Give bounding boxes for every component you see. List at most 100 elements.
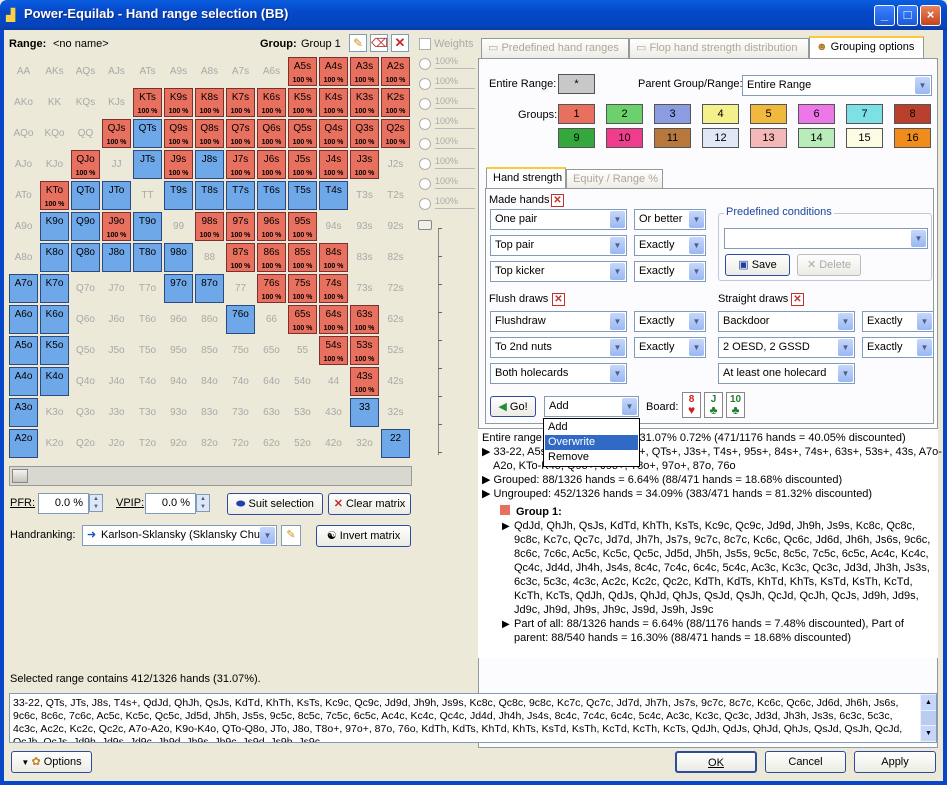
hand-cell[interactable]: 96o bbox=[164, 305, 193, 334]
dropdown-arrow-icon[interactable]: ▼ bbox=[260, 527, 275, 544]
hand-cell[interactable]: K5o bbox=[40, 336, 69, 365]
suit-selection-button[interactable]: ⬬ Suit selection bbox=[227, 493, 323, 515]
hand-cell[interactable]: Q2o bbox=[71, 429, 100, 458]
hand-cell[interactable]: J8s bbox=[195, 150, 224, 179]
hand-cell[interactable]: AKo bbox=[9, 88, 38, 117]
title-bar[interactable]: ▟ Power-Equilab - Hand range selection (… bbox=[0, 0, 947, 30]
hand-cell[interactable]: 87s 100 % bbox=[226, 243, 255, 272]
tab-predefined-hand-ranges[interactable]: ▭ Predefined hand ranges bbox=[481, 38, 629, 59]
hand-cell[interactable]: Q9o bbox=[71, 212, 100, 241]
hand-cell[interactable]: 94s bbox=[319, 212, 348, 241]
weight-option[interactable]: 100% bbox=[419, 116, 475, 132]
selection-scrollbar[interactable]: ▲ ▼ bbox=[920, 694, 936, 742]
scroll-down-icon[interactable]: ▼ bbox=[921, 726, 936, 741]
hand-cell[interactable]: TT bbox=[133, 181, 162, 210]
hand-cell[interactable]: QQ bbox=[71, 119, 100, 148]
hand-cell[interactable]: ATs bbox=[133, 57, 162, 86]
hand-cell[interactable]: 84o bbox=[195, 367, 224, 396]
hand-cell[interactable]: 76o bbox=[226, 305, 255, 334]
group-button[interactable]: 5 bbox=[750, 104, 787, 124]
dropdown-arrow-icon[interactable]: ▼ bbox=[610, 263, 625, 280]
weight-radio[interactable] bbox=[419, 198, 431, 210]
dropdown-arrow-icon[interactable]: ▼ bbox=[622, 398, 637, 415]
pfr-spinner[interactable]: ▲ ▼ bbox=[89, 494, 103, 512]
hand-cell[interactable]: 74s 100 % bbox=[319, 274, 348, 303]
hand-cell[interactable]: T8s bbox=[195, 181, 224, 210]
hand-cell[interactable]: T2o bbox=[133, 429, 162, 458]
hand-cell[interactable]: J7s 100 % bbox=[226, 150, 255, 179]
hand-cell[interactable]: 66 bbox=[257, 305, 286, 334]
hand-cell[interactable]: J8o bbox=[102, 243, 131, 272]
made-hand-select[interactable]: Top pair ▼ bbox=[490, 235, 627, 256]
clear-flush-draws-icon[interactable]: ✕ bbox=[552, 293, 565, 306]
hand-cell[interactable]: J7o bbox=[102, 274, 131, 303]
hand-cell[interactable]: 93o bbox=[164, 398, 193, 427]
group-button[interactable]: 14 bbox=[798, 128, 835, 148]
hand-cell[interactable]: A3s 100 % bbox=[350, 57, 379, 86]
hand-cell[interactable]: 52s bbox=[381, 336, 410, 365]
hand-cell[interactable]: Q5o bbox=[71, 336, 100, 365]
hand-cell[interactable]: A8o bbox=[9, 243, 38, 272]
group-button[interactable]: 7 bbox=[846, 104, 883, 124]
hand-cell[interactable]: A9o bbox=[9, 212, 38, 241]
hand-cell[interactable]: 54o bbox=[288, 367, 317, 396]
flush-draw-qualifier-select[interactable]: Exactly ▼ bbox=[634, 337, 706, 358]
hand-cell[interactable]: KJo bbox=[40, 150, 69, 179]
dropdown-arrow-icon[interactable]: ▼ bbox=[610, 211, 625, 228]
hand-cell[interactable]: 85s 100 % bbox=[288, 243, 317, 272]
hand-cell[interactable]: 88 bbox=[195, 243, 224, 272]
hand-cell[interactable]: KTo 100 % bbox=[40, 181, 69, 210]
pfr-input[interactable]: 0.0 % bbox=[38, 493, 89, 514]
hand-cell[interactable]: AJs bbox=[102, 57, 131, 86]
hand-cell[interactable]: 99 bbox=[164, 212, 193, 241]
hand-cell[interactable]: QJo 100 % bbox=[71, 150, 100, 179]
delete-group-icon[interactable]: ✕ bbox=[391, 34, 409, 52]
handranking-select[interactable]: ➜ Karlson-Sklansky (Sklansky Chubu ▼ bbox=[82, 525, 277, 546]
dropdown-arrow-icon[interactable]: ▼ bbox=[838, 365, 853, 382]
group-button[interactable]: 3 bbox=[654, 104, 691, 124]
group-button[interactable]: 8 bbox=[894, 104, 931, 124]
hand-cell[interactable]: 64o bbox=[257, 367, 286, 396]
mode-option-add[interactable]: Add bbox=[546, 420, 638, 435]
mode-option-overwrite[interactable]: Overwrite bbox=[545, 435, 638, 450]
hand-cell[interactable]: K6s 100 % bbox=[257, 88, 286, 117]
hand-cell[interactable]: 85o bbox=[195, 336, 224, 365]
hand-cell[interactable]: J6o bbox=[102, 305, 131, 334]
weight-option[interactable]: 100% bbox=[419, 96, 475, 112]
hand-cell[interactable]: 77 bbox=[226, 274, 255, 303]
hand-cell[interactable]: 75s 100 % bbox=[288, 274, 317, 303]
hand-cell[interactable]: 93s bbox=[350, 212, 379, 241]
cancel-button[interactable]: Cancel bbox=[765, 751, 846, 773]
hand-cell[interactable]: J2s bbox=[381, 150, 410, 179]
hand-cell[interactable]: 42o bbox=[319, 429, 348, 458]
weight-slider-thumb[interactable] bbox=[418, 220, 432, 230]
hand-cell[interactable]: ATo bbox=[9, 181, 38, 210]
mode-select[interactable]: Add ▼ bbox=[544, 396, 639, 417]
dropdown-arrow-icon[interactable]: ▼ bbox=[838, 313, 853, 330]
hand-cell[interactable]: T6o bbox=[133, 305, 162, 334]
hand-cell[interactable]: T8o bbox=[133, 243, 162, 272]
hand-cell[interactable]: T7s bbox=[226, 181, 255, 210]
hand-cell[interactable]: K5s 100 % bbox=[288, 88, 317, 117]
tab-grouping-options[interactable]: ☻ Grouping options bbox=[809, 36, 924, 59]
hand-cell[interactable]: K2s 100 % bbox=[381, 88, 410, 117]
hand-cell[interactable]: K6o bbox=[40, 305, 69, 334]
hand-matrix[interactable]: AA AKs AQs AJs ATs A9s A8s A7s A6s A5s 100 % A4s 100… bbox=[9, 57, 413, 460]
hand-cell[interactable]: 83s bbox=[350, 243, 379, 272]
hand-cell[interactable]: Q2s 100 % bbox=[381, 119, 410, 148]
hand-cell[interactable]: 84s 100 % bbox=[319, 243, 348, 272]
hand-cell[interactable]: A6o bbox=[9, 305, 38, 334]
hand-cell[interactable]: T3o bbox=[133, 398, 162, 427]
hand-cell[interactable]: J5s 100 % bbox=[288, 150, 317, 179]
hand-cell[interactable]: AQo bbox=[9, 119, 38, 148]
group-button[interactable]: 2 bbox=[606, 104, 643, 124]
hand-cell[interactable]: K7o bbox=[40, 274, 69, 303]
hand-cell[interactable]: 95o bbox=[164, 336, 193, 365]
flush-draw-select[interactable]: Flushdraw ▼ bbox=[490, 311, 627, 332]
hand-cell[interactable]: Q7s 100 % bbox=[226, 119, 255, 148]
hand-cell[interactable]: T7o bbox=[133, 274, 162, 303]
hand-cell[interactable]: QTs bbox=[133, 119, 162, 148]
weight-slider-track[interactable] bbox=[438, 229, 439, 455]
board-card[interactable]: J ♣ bbox=[704, 392, 723, 418]
delete-button[interactable]: ✕ Delete bbox=[797, 254, 861, 276]
